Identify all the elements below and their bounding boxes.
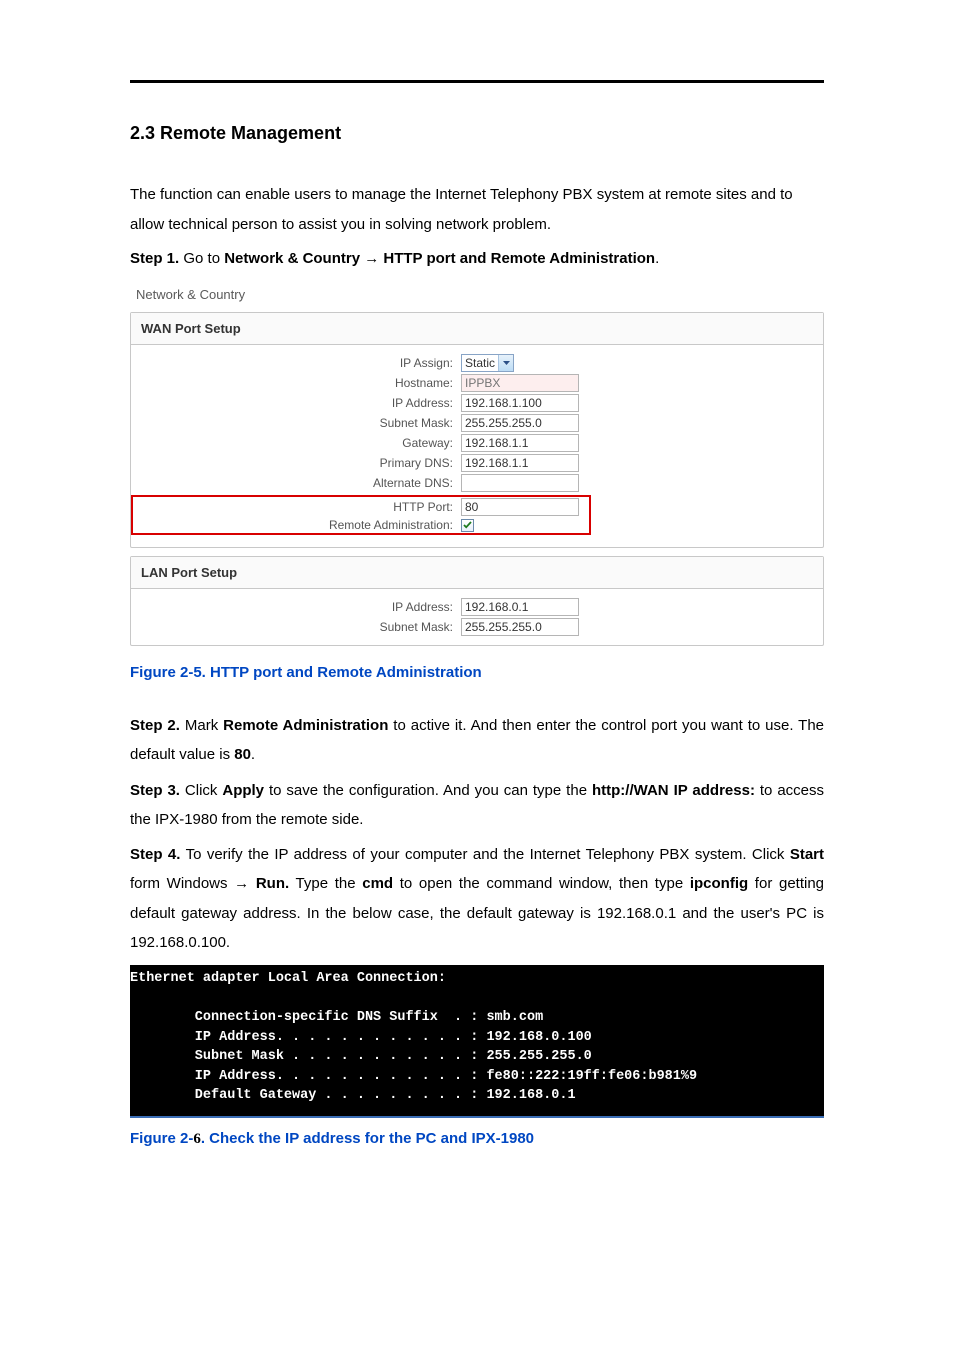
label-http-port: HTTP Port:	[133, 500, 461, 514]
label-lan-ip: IP Address:	[131, 600, 461, 614]
t: http://WAN IP address:	[592, 782, 755, 799]
t: Click	[180, 782, 222, 799]
t: Mark	[180, 717, 223, 734]
label-gateway: Gateway:	[131, 436, 461, 450]
alternate-dns-input[interactable]	[461, 474, 579, 492]
wan-subnet-input[interactable]	[461, 414, 579, 432]
figure-2-5-caption: Figure 2-5. HTTP port and Remote Adminis…	[130, 664, 824, 681]
figure-2-6-caption: Figure 2-6. Check the IP address for the…	[130, 1130, 824, 1148]
step2-label: Step 2.	[130, 717, 180, 734]
step-2: Step 2. Mark Remote Administration to ac…	[130, 711, 824, 770]
ip-assign-value: Static	[465, 356, 498, 370]
http-port-input[interactable]	[461, 498, 579, 516]
highlighted-settings: HTTP Port: Remote Administration:	[131, 495, 591, 535]
step3-label: Step 3.	[130, 782, 180, 799]
section-heading: 2.3 Remote Management	[130, 123, 824, 144]
step-4: Step 4. To verify the IP address of your…	[130, 840, 824, 957]
lan-port-setup-panel: LAN Port Setup IP Address: Subnet Mask:	[130, 556, 824, 646]
step1-label: Step 1.	[130, 250, 179, 267]
label-ip-assign: IP Assign:	[131, 356, 461, 370]
hostname-input[interactable]	[461, 374, 579, 392]
lan-ip-input[interactable]	[461, 598, 579, 616]
t: Type the	[289, 875, 362, 892]
lan-subnet-input[interactable]	[461, 618, 579, 636]
step1-text-b: .	[655, 250, 659, 267]
chevron-down-icon	[498, 355, 513, 371]
t: cmd	[362, 875, 393, 892]
breadcrumb: Network & Country	[136, 287, 824, 302]
t: To verify the IP address of your compute…	[180, 846, 789, 863]
ip-assign-select[interactable]: Static	[461, 354, 514, 372]
t: . Check the IP address for the PC and IP…	[201, 1130, 534, 1147]
ipconfig-terminal: Ethernet adapter Local Area Connection: …	[130, 965, 824, 1118]
label-primary-dns: Primary DNS:	[131, 456, 461, 470]
step4-label: Step 4.	[130, 846, 180, 863]
wan-port-setup-panel: WAN Port Setup IP Assign: Static Hostnam…	[130, 312, 824, 548]
gateway-input[interactable]	[461, 434, 579, 452]
label-remote-admin: Remote Administration:	[133, 518, 461, 532]
step-3: Step 3. Click Apply to save the configur…	[130, 776, 824, 835]
label-wan-ip: IP Address:	[131, 396, 461, 410]
label-hostname: Hostname:	[131, 376, 461, 390]
header-rule	[130, 80, 824, 83]
t: .	[251, 746, 255, 763]
t: Start	[790, 846, 824, 863]
t: Run.	[256, 875, 289, 892]
step1-text-a: Go to	[179, 250, 224, 267]
t: Figure 2-	[130, 1130, 193, 1147]
wan-panel-title: WAN Port Setup	[131, 313, 823, 345]
label-lan-subnet: Subnet Mask:	[131, 620, 461, 634]
t: ipconfig	[690, 875, 748, 892]
t: form Windows →	[130, 875, 256, 892]
step1-path: Network & Country → HTTP port and Remote…	[224, 250, 655, 267]
t: Remote Administration	[223, 717, 388, 734]
t: 6	[193, 1131, 201, 1147]
t: 80	[234, 746, 251, 763]
wan-ip-input[interactable]	[461, 394, 579, 412]
intro-paragraph: The function can enable users to manage …	[130, 180, 824, 240]
primary-dns-input[interactable]	[461, 454, 579, 472]
t: to open the command window, then type	[393, 875, 690, 892]
t: to save the configuration. And you can t…	[264, 782, 592, 799]
remote-admin-checkbox[interactable]	[461, 519, 474, 532]
label-alternate-dns: Alternate DNS:	[131, 476, 461, 490]
lan-panel-title: LAN Port Setup	[131, 557, 823, 589]
label-wan-subnet: Subnet Mask:	[131, 416, 461, 430]
t: Apply	[222, 782, 264, 799]
step-1: Step 1. Go to Network & Country → HTTP p…	[130, 250, 824, 267]
